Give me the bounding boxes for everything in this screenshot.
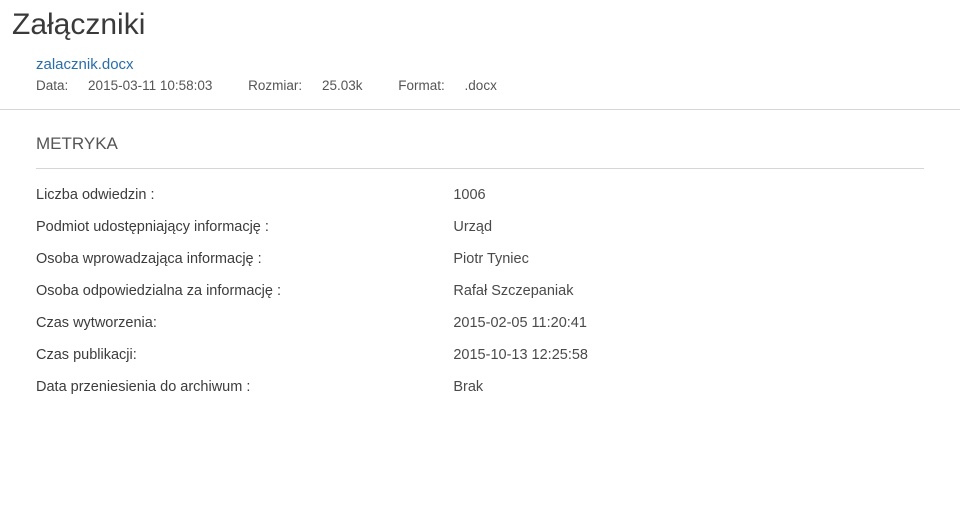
metryka-value: Brak <box>453 371 924 403</box>
page-title: Załączniki <box>0 0 960 46</box>
metryka-label: Osoba wprowadzająca informację : <box>36 243 453 275</box>
metryka-value: 2015-10-13 12:25:58 <box>453 339 924 371</box>
table-row: Osoba odpowiedzialna za informację : Raf… <box>36 275 924 307</box>
metryka-label: Czas publikacji: <box>36 339 453 371</box>
metryka-table: Liczba odwiedzin : 1006 Podmiot udostępn… <box>36 179 924 403</box>
metryka-label: Osoba odpowiedzialna za informację : <box>36 275 453 307</box>
attachment-meta: Data: 2015-03-11 10:58:03 Rozmiar: 25.03… <box>36 78 950 93</box>
attachment-date-label: Data: <box>36 78 68 93</box>
metryka-label: Czas wytworzenia: <box>36 307 453 339</box>
metryka-value: Piotr Tyniec <box>453 243 924 275</box>
metryka-value: 2015-02-05 11:20:41 <box>453 307 924 339</box>
table-row: Liczba odwiedzin : 1006 <box>36 179 924 211</box>
attachment-format-value: .docx <box>465 78 497 93</box>
attachment-date: Data: 2015-03-11 10:58:03 <box>36 78 232 93</box>
metryka-value: Urząd <box>453 211 924 243</box>
metryka-value: 1006 <box>453 179 924 211</box>
attachment-link[interactable]: zalacznik.docx <box>36 56 134 73</box>
attachment-block: zalacznik.docx Data: 2015-03-11 10:58:03… <box>0 46 960 103</box>
attachment-size: Rozmiar: 25.03k <box>248 78 382 93</box>
divider <box>0 109 960 110</box>
metryka-value: Rafał Szczepaniak <box>453 275 924 307</box>
attachment-size-label: Rozmiar: <box>248 78 302 93</box>
metryka-label: Data przeniesienia do archiwum : <box>36 371 453 403</box>
attachment-format: Format: .docx <box>398 78 513 93</box>
table-row: Podmiot udostępniający informację : Urzą… <box>36 211 924 243</box>
table-row: Czas publikacji: 2015-10-13 12:25:58 <box>36 339 924 371</box>
metryka-label: Podmiot udostępniający informację : <box>36 211 453 243</box>
metryka-heading: METRYKA <box>0 128 960 164</box>
table-row: Data przeniesienia do archiwum : Brak <box>36 371 924 403</box>
divider <box>36 168 924 169</box>
table-row: Czas wytworzenia: 2015-02-05 11:20:41 <box>36 307 924 339</box>
metryka-label: Liczba odwiedzin : <box>36 179 453 211</box>
table-row: Osoba wprowadzająca informację : Piotr T… <box>36 243 924 275</box>
attachment-size-value: 25.03k <box>322 78 363 93</box>
attachment-format-label: Format: <box>398 78 445 93</box>
attachment-date-value: 2015-03-11 10:58:03 <box>88 78 212 93</box>
